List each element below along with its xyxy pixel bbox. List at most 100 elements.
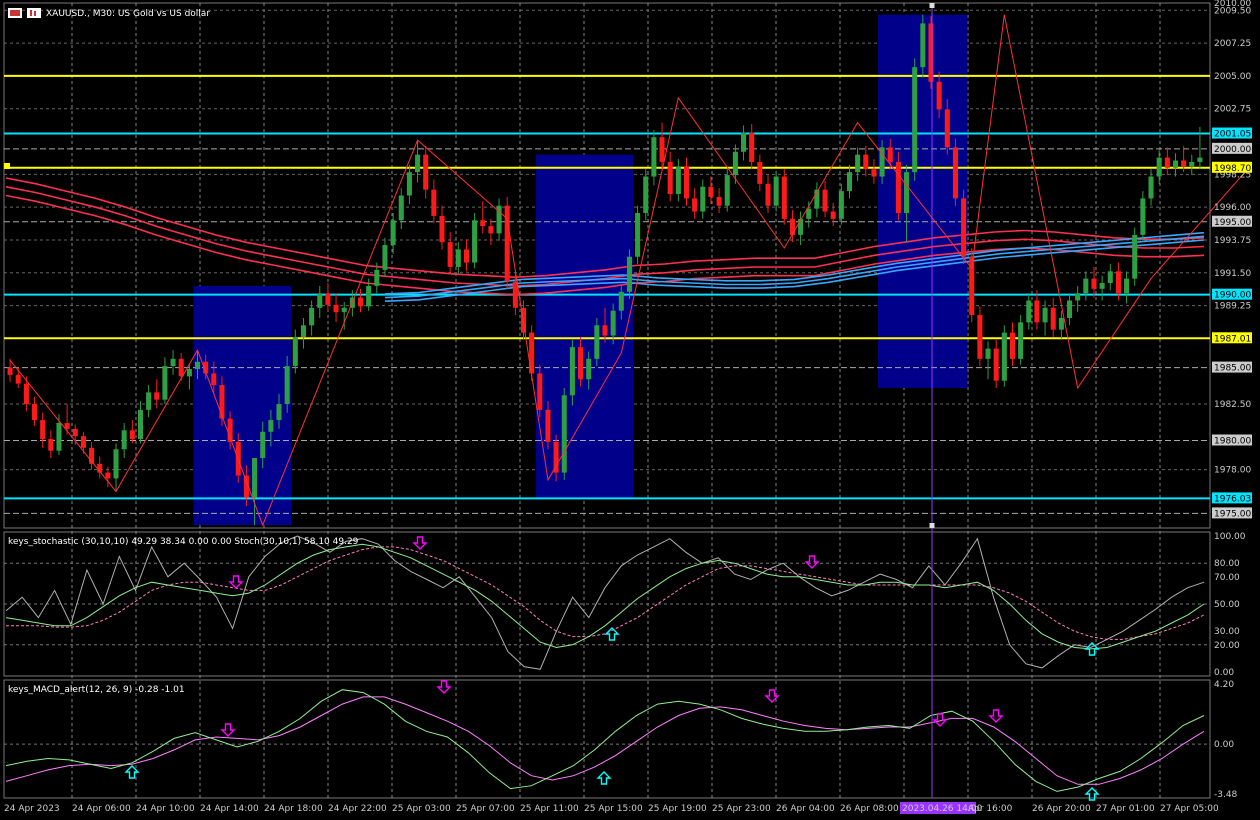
candle-body bbox=[586, 358, 592, 380]
price-level-tag: 1980.00 bbox=[1214, 437, 1251, 447]
candle-body bbox=[643, 176, 649, 213]
time-axis: 24 Apr 2023 24 Apr 06:00 24 Apr 10:00 24 Ap… bbox=[4, 802, 1219, 814]
time-tick-label: 25 Apr 03:00 bbox=[392, 804, 451, 814]
candle-body bbox=[1058, 318, 1064, 330]
candle-body bbox=[529, 332, 535, 374]
candle-body bbox=[292, 336, 298, 367]
time-tick-label: 24 Apr 14:00 bbox=[200, 804, 259, 814]
candle-body bbox=[31, 404, 38, 421]
candle-body bbox=[1115, 271, 1121, 294]
stoch-down-arrow-icon bbox=[804, 555, 820, 569]
candle-body bbox=[341, 307, 347, 313]
candle-body bbox=[904, 172, 910, 213]
menu-icon-inner bbox=[10, 10, 20, 16]
candle-body bbox=[129, 430, 135, 440]
candle-body bbox=[1075, 293, 1081, 301]
candle-body bbox=[912, 67, 918, 173]
level-handle-left[interactable] bbox=[4, 163, 10, 169]
price-level-tag: 1987.01 bbox=[1214, 334, 1251, 344]
candle-body bbox=[749, 132, 755, 162]
price-level-tag: 1990.00 bbox=[1214, 291, 1251, 301]
candle-body bbox=[895, 161, 901, 213]
crosshair-handle-bottom[interactable] bbox=[929, 523, 935, 528]
candle-body bbox=[830, 211, 836, 219]
candle-body bbox=[113, 449, 119, 479]
macd-down-arrow-icon bbox=[436, 680, 452, 694]
candle-body bbox=[7, 367, 13, 375]
candle-body bbox=[822, 189, 828, 212]
candle-body bbox=[1164, 157, 1170, 168]
time-tick-label: 27 Apr 01:00 bbox=[1096, 804, 1155, 814]
stoch-tick-label: 100.00 bbox=[1214, 532, 1246, 542]
stoch-down-arrow-icon bbox=[412, 536, 428, 550]
candle-body bbox=[692, 198, 698, 212]
price-level-tag: 1985.00 bbox=[1214, 364, 1251, 374]
price-tick-label: 1989.25 bbox=[1214, 302, 1251, 312]
candle-body bbox=[1181, 160, 1187, 167]
candle-body bbox=[186, 369, 192, 377]
stoch-panel-title: keys_stochastic (30,10,10) 49.29 38.34 0… bbox=[8, 537, 359, 547]
candle-body bbox=[928, 23, 934, 82]
chart-header: XAUUSD., M30: US Gold vs US dollar bbox=[8, 8, 210, 19]
candle-body bbox=[1050, 307, 1056, 330]
candle-body bbox=[1197, 157, 1203, 162]
candle-body bbox=[708, 186, 714, 197]
time-tick-label: 25 Apr 11:00 bbox=[520, 804, 579, 814]
macd-down-arrow-icon bbox=[932, 713, 948, 727]
candle-body bbox=[1009, 332, 1016, 359]
trading-chart[interactable]: 2009.502007.252002.751998.251996.001993.… bbox=[0, 0, 1260, 820]
signal-arrows bbox=[124, 536, 1100, 801]
candle-body bbox=[1091, 278, 1097, 289]
candle-body bbox=[154, 392, 160, 400]
candle-body bbox=[1189, 161, 1195, 167]
candle-body bbox=[1026, 300, 1032, 323]
zigzag-boxes bbox=[193, 14, 968, 526]
price-tick-label: 1996.00 bbox=[1214, 203, 1251, 213]
chart-type-icon-bar1 bbox=[30, 10, 32, 16]
stoch-tick-label: 70.00 bbox=[1214, 573, 1240, 583]
candle-body bbox=[610, 310, 616, 336]
candle-body bbox=[431, 189, 437, 216]
candle-body bbox=[732, 151, 738, 176]
time-tick-label: 24 Apr 22:00 bbox=[328, 804, 387, 814]
candle-body bbox=[855, 154, 861, 173]
macd-line bbox=[5, 689, 1205, 792]
time-tick-label: 26 Apr 20:00 bbox=[1032, 804, 1091, 814]
candle-body bbox=[374, 269, 380, 286]
macd-tick-label: 0.00 bbox=[1214, 740, 1234, 750]
time-tick-label: 24 Apr 06:00 bbox=[72, 804, 131, 814]
candle-body bbox=[398, 195, 404, 221]
candle-body bbox=[300, 325, 306, 337]
macd-panel-title: keys_MACD_alert(12, 26, 9) -0.28 -1.01 bbox=[8, 685, 185, 695]
time-tick-label: 24 Apr 18:00 bbox=[264, 804, 323, 814]
crosshair-handle-top[interactable] bbox=[929, 3, 935, 8]
stoch-signal-green-line bbox=[5, 543, 1205, 650]
price-axis: 2009.502007.252002.751998.251996.001993.… bbox=[1212, 0, 1252, 800]
candle-body bbox=[781, 176, 787, 219]
price-tick-label: 1982.50 bbox=[1214, 400, 1251, 410]
candle-body bbox=[602, 325, 608, 336]
candle-body bbox=[1148, 176, 1154, 199]
candle-body bbox=[944, 109, 950, 148]
candle-body bbox=[137, 409, 143, 440]
candle-body bbox=[741, 132, 747, 152]
candle-body bbox=[838, 191, 844, 219]
candle-body bbox=[146, 392, 152, 410]
candle-body bbox=[194, 361, 201, 370]
candle-body bbox=[309, 307, 315, 326]
stoch-tick-label: 50.00 bbox=[1214, 600, 1240, 610]
time-tick-label: 26 Apr 04:00 bbox=[776, 804, 835, 814]
stoch-down-arrow-icon bbox=[228, 575, 244, 589]
candle-body bbox=[219, 385, 225, 419]
candle-body bbox=[618, 291, 624, 311]
candle-body bbox=[390, 220, 396, 246]
candle-body bbox=[415, 154, 421, 173]
candle-body bbox=[977, 315, 983, 359]
candle-body bbox=[455, 249, 461, 267]
candle-body bbox=[675, 166, 681, 195]
candle-body bbox=[211, 373, 217, 386]
candle-body bbox=[635, 213, 641, 257]
candle-body bbox=[276, 404, 282, 421]
candle-body bbox=[1107, 271, 1113, 283]
candle-body bbox=[260, 431, 266, 458]
